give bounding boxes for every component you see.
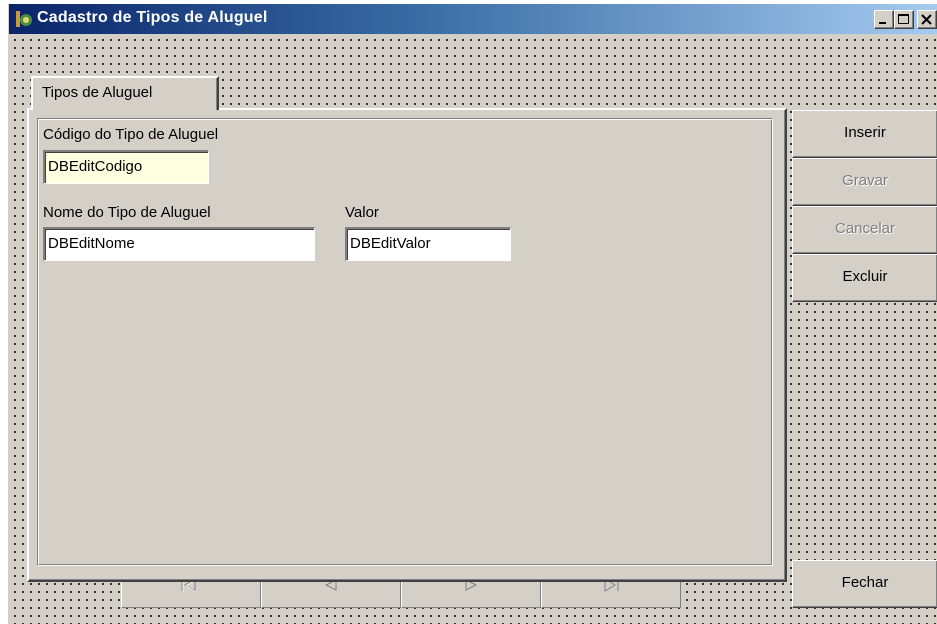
- title-bar[interactable]: Cadastro de Tipos de Aluguel: [9, 4, 937, 34]
- cancelar-label: ancelar: [845, 220, 896, 237]
- close-icon: [921, 14, 932, 25]
- nome-label: Nome do Tipo de Aluguel: [43, 204, 211, 221]
- gravar-accel-key: G: [842, 172, 854, 189]
- app-icon: [16, 11, 32, 27]
- form-client-area: Tipos de Aluguel Código do Tipo de Alugu…: [9, 34, 937, 624]
- valor-label: Valor: [345, 204, 379, 221]
- minimize-button[interactable]: [874, 10, 894, 29]
- cancelar-button[interactable]: Cancelar: [792, 206, 937, 254]
- excluir-accel-key: E: [842, 268, 853, 285]
- excluir-label: xcluir: [852, 268, 888, 285]
- cancelar-accel-key: C: [834, 220, 846, 237]
- inserir-label: nserir: [848, 124, 886, 141]
- codigo-field[interactable]: DBEditCodigo: [43, 150, 209, 184]
- minimize-icon: [879, 22, 886, 24]
- inserir-button[interactable]: Inserir: [792, 110, 937, 158]
- window-title: Cadastro de Tipos de Aluguel: [37, 9, 268, 26]
- codigo-label: Código do Tipo de Aluguel: [43, 126, 219, 143]
- close-window-button[interactable]: [917, 10, 937, 29]
- tab-tipos-de-aluguel[interactable]: Tipos de Aluguel: [31, 76, 219, 110]
- gravar-button[interactable]: Gravar: [792, 158, 937, 206]
- fechar-button[interactable]: Fechar: [792, 560, 937, 608]
- valor-field[interactable]: DBEditValor: [345, 227, 511, 261]
- main-window: Cadastro de Tipos de Aluguel Tipos de Al…: [8, 4, 937, 624]
- nome-field[interactable]: DBEditNome: [43, 227, 315, 261]
- excluir-button[interactable]: Excluir: [792, 254, 937, 302]
- tab-label: Tipos de Aluguel: [42, 84, 153, 101]
- maximize-button[interactable]: [894, 10, 914, 29]
- gravar-label: ravar: [853, 172, 888, 189]
- maximize-icon: [898, 14, 909, 24]
- tab-panel: Código do Tipo de Aluguel DBEditCodigo N…: [27, 108, 787, 582]
- group-frame: [37, 118, 773, 566]
